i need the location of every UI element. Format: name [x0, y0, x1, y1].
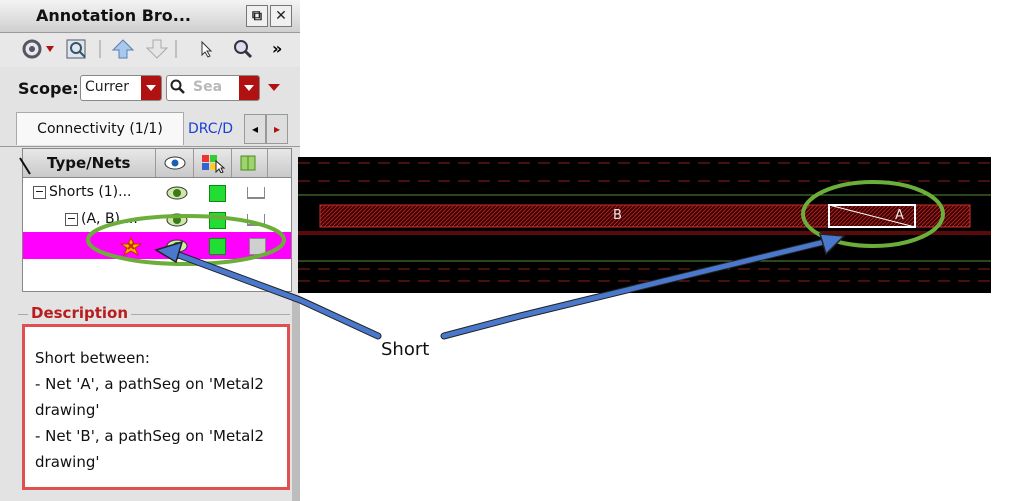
arrowhead-icon	[154, 240, 184, 264]
callout-arrow-right	[441, 239, 827, 339]
cursor-icon	[19, 157, 31, 175]
short-callout-label: Short	[381, 339, 430, 360]
annotation-overlay	[19, 157, 945, 340]
